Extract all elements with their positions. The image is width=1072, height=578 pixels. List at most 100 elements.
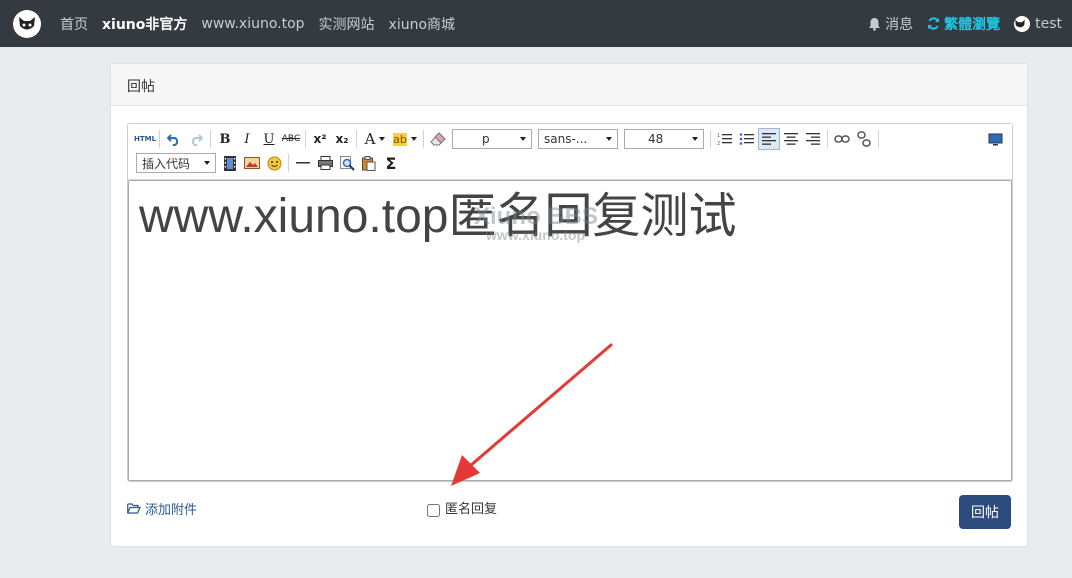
- traditional-chinese-label: 繁體瀏覽: [944, 16, 1001, 33]
- toolbar-divider: [288, 154, 289, 172]
- superscript-button[interactable]: x²: [309, 128, 331, 150]
- link-icon: [834, 135, 850, 143]
- unordered-list-button[interactable]: [736, 128, 758, 150]
- align-right-icon: [806, 133, 820, 145]
- add-attachment-label: 添加附件: [145, 503, 198, 518]
- search-icon: [339, 155, 355, 171]
- nav-link-xiuno-top[interactable]: www.xiuno.top: [201, 16, 304, 32]
- undo-button[interactable]: [163, 128, 185, 150]
- chevron-down-icon: [692, 137, 698, 141]
- font-color-button[interactable]: A: [360, 128, 390, 150]
- paste-button[interactable]: [358, 152, 380, 174]
- html-source-button[interactable]: HTML: [134, 128, 156, 150]
- align-left-button[interactable]: [758, 128, 780, 150]
- nav-link-xiuno-store[interactable]: xiuno商城: [389, 14, 456, 34]
- toolbar-divider: [827, 130, 828, 148]
- nav-links: 首页 xiuno非官方 www.xiuno.top 实测网站 xiuno商城: [60, 0, 469, 47]
- insert-code-value: 插入代码: [142, 156, 191, 171]
- undo-icon: [167, 134, 179, 146]
- image-icon: [244, 157, 260, 169]
- chevron-down-icon: [410, 137, 417, 141]
- anonymous-reply-option[interactable]: 匿名回复: [427, 498, 497, 517]
- font-family-select[interactable]: sans-...: [538, 129, 618, 149]
- card-title: 回帖: [111, 64, 1027, 106]
- ordered-list-button[interactable]: 12: [714, 128, 736, 150]
- refresh-icon: [928, 17, 940, 30]
- cat-avatar-icon: [1015, 19, 1025, 27]
- nav-link-home[interactable]: 首页: [60, 14, 88, 34]
- toolbar-divider: [159, 130, 160, 148]
- ordered-list-icon: 12: [717, 133, 732, 146]
- top-navbar: 首页 xiuno非官方 www.xiuno.top 实测网站 xiuno商城 消…: [0, 0, 1072, 47]
- underline-button[interactable]: U: [258, 128, 280, 150]
- print-button[interactable]: [314, 152, 336, 174]
- font-size-select[interactable]: 48: [624, 129, 704, 149]
- horizontal-rule-button[interactable]: [292, 152, 314, 174]
- italic-button[interactable]: I: [236, 128, 258, 150]
- insert-code-select[interactable]: 插入代码: [136, 153, 216, 173]
- chevron-down-icon: [606, 137, 612, 141]
- preview-button[interactable]: [984, 128, 1006, 150]
- background-color-button[interactable]: ab: [390, 128, 420, 150]
- user-menu[interactable]: test: [1014, 15, 1062, 32]
- insert-link-button[interactable]: [831, 128, 853, 150]
- unlink-button[interactable]: [853, 128, 875, 150]
- submit-reply-button[interactable]: 回帖: [959, 495, 1011, 529]
- add-attachment-link[interactable]: 添加附件: [127, 499, 197, 518]
- traditional-chinese-link[interactable]: 繁體瀏覽: [927, 14, 1000, 34]
- site-logo[interactable]: [13, 10, 41, 38]
- insert-image-button[interactable]: [241, 152, 263, 174]
- strikethrough-button[interactable]: ABC: [280, 128, 302, 150]
- smiley-icon: [267, 156, 281, 170]
- align-center-icon: [784, 133, 798, 145]
- eraser-icon: [430, 132, 446, 146]
- cat-logo-icon: [19, 17, 35, 30]
- subscript-button[interactable]: x₂: [331, 128, 353, 150]
- clear-format-button[interactable]: [427, 128, 449, 150]
- messages-link[interactable]: 消息: [868, 14, 913, 34]
- chevron-down-icon: [379, 137, 386, 141]
- toolbar-divider: [210, 130, 211, 148]
- insert-emoji-button[interactable]: [263, 152, 285, 174]
- align-center-button[interactable]: [780, 128, 802, 150]
- paragraph-format-select[interactable]: p: [452, 129, 532, 149]
- insert-formula-button[interactable]: Σ: [380, 152, 402, 174]
- printer-icon: [317, 156, 333, 170]
- unlink-icon: [857, 131, 871, 147]
- font-color-label: A: [364, 130, 376, 148]
- bell-icon: [869, 17, 881, 31]
- svg-text:2: 2: [717, 141, 720, 146]
- nav-right: 消息 繁體瀏覽 test: [854, 0, 1062, 47]
- search-replace-button[interactable]: [336, 152, 358, 174]
- toolbar-divider: [878, 130, 879, 148]
- folder-open-icon: [127, 503, 141, 514]
- unordered-list-icon: [739, 133, 754, 145]
- toolbar-row-2: 插入代码 Σ: [134, 151, 1006, 175]
- redo-button[interactable]: [185, 128, 207, 150]
- toolbar-divider: [356, 130, 357, 148]
- reply-card: 回帖 HTML B I U ABC x² x₂ A ab p sans-... …: [110, 63, 1028, 547]
- insert-video-button[interactable]: [219, 152, 241, 174]
- paragraph-format-value: p: [482, 132, 490, 146]
- bold-button[interactable]: B: [214, 128, 236, 150]
- anonymous-reply-checkbox[interactable]: [427, 504, 440, 517]
- nav-link-xiuno-unofficial[interactable]: xiuno非官方: [102, 14, 187, 34]
- editor-content-area[interactable]: www.xiuno.top匿名回复测试 Xiuno BBS www.xiuno.…: [128, 180, 1012, 481]
- anonymous-reply-label: 匿名回复: [445, 502, 498, 517]
- toolbar-row-1: HTML B I U ABC x² x₂ A ab p sans-... 48 …: [134, 127, 1006, 151]
- monitor-icon: [988, 133, 1002, 145]
- chevron-down-icon: [520, 137, 526, 141]
- redo-icon: [191, 134, 203, 146]
- messages-label: 消息: [885, 16, 914, 33]
- film-icon: [224, 155, 236, 171]
- align-right-button[interactable]: [802, 128, 824, 150]
- toolbar-divider: [710, 130, 711, 148]
- font-family-value: sans-...: [544, 132, 588, 146]
- editor-toolbar: HTML B I U ABC x² x₂ A ab p sans-... 48 …: [128, 124, 1012, 180]
- bg-color-label: ab: [393, 132, 407, 146]
- avatar: [1014, 15, 1031, 32]
- chevron-down-icon: [204, 161, 210, 165]
- svg-text:1: 1: [717, 133, 720, 139]
- nav-link-test-sites[interactable]: 实测网站: [319, 14, 375, 34]
- toolbar-divider: [423, 130, 424, 148]
